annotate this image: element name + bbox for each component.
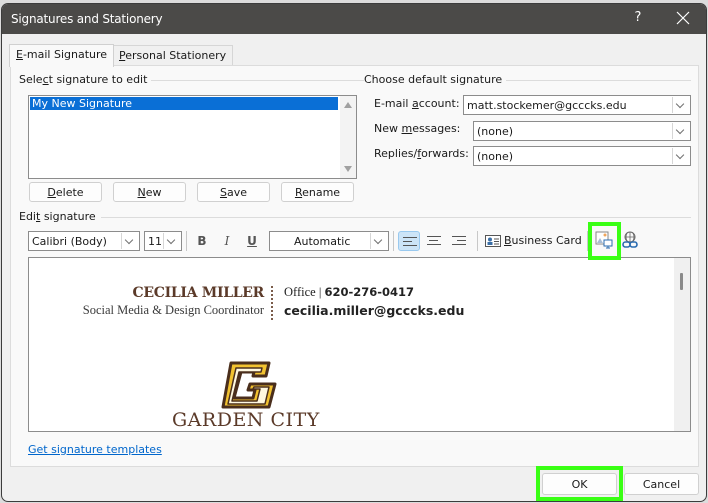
font-color-select[interactable]: Automatic [269,231,389,251]
business-card-icon [485,235,501,247]
replies-forwards-select[interactable]: (none) [473,146,691,166]
close-button[interactable] [674,9,692,27]
align-left-button[interactable] [398,231,420,251]
signature-list[interactable]: My New Signature [28,95,357,179]
select-signature-label: Select signature to edit [19,73,152,86]
chevron-down-icon[interactable] [370,233,387,249]
insert-picture-button[interactable] [593,230,615,250]
cancel-button[interactable]: Cancel [624,473,699,495]
align-center-button[interactable] [423,231,445,251]
help-button[interactable]: ? [630,10,646,28]
toolbar-separator [477,231,478,251]
font-select[interactable]: Calibri (Body) [28,231,140,251]
replies-forwards-label: Replies/forwards: [374,147,469,160]
garden-city-wordmark: GARDEN CITY [172,409,320,431]
list-scrollbar[interactable] [340,96,356,178]
chevron-down-icon[interactable] [672,123,689,139]
tab-personal-stationery[interactable]: Personal Stationery [112,45,234,66]
email-account-select[interactable]: matt.stockemer@gcccks.edu [463,95,691,115]
chevron-down-icon[interactable] [163,233,180,249]
tab-email-signature[interactable]: E-mail Signature [9,44,115,67]
signature-office: Office | 620-276-0417 [284,285,415,299]
get-signature-templates-link[interactable]: Get signature templates [28,443,162,456]
bold-button[interactable]: B [191,231,213,251]
underline-button[interactable]: U [241,231,263,251]
chevron-down-icon[interactable] [121,233,138,249]
save-button[interactable]: Save [197,182,270,202]
signatures-dialog: Signatures and Stationery ? E-mail Signa… [1,3,707,502]
toolbar-separator [393,231,394,251]
chevron-down-icon[interactable] [672,148,689,164]
align-right-icon [452,236,466,248]
new-messages-select[interactable]: (none) [473,121,691,141]
window-title: Signatures and Stationery [11,12,163,26]
signature-list-item[interactable]: My New Signature [30,97,338,110]
signature-role: Social Media & Design Coordinator [82,303,264,317]
font-size-select[interactable]: 11 [144,231,182,251]
rename-button[interactable]: Rename [281,182,354,202]
align-left-icon [403,237,417,249]
hyperlink-icon [622,231,638,248]
editor-scrollbar[interactable] [674,258,690,431]
new-messages-label: New messages: [374,122,461,135]
signature-email: cecilia.miller@gcccks.edu [284,303,465,318]
align-right-button[interactable] [448,231,470,251]
business-card-button[interactable]: Business Card [485,231,583,251]
scroll-thumb[interactable] [680,273,683,290]
italic-button[interactable]: I [216,231,238,251]
default-signature-label: Choose default signature [364,73,507,86]
email-signature-panel: Select signature to edit My New Signatur… [10,65,699,467]
divider [101,217,691,218]
align-center-icon [427,236,441,248]
insert-picture-icon [595,231,613,249]
email-account-label: E-mail account: [374,97,460,110]
garden-city-logo-icon [221,361,277,409]
new-button[interactable]: New [113,182,186,202]
close-icon [676,11,690,25]
hyperlink-button[interactable] [619,230,641,250]
scroll-up-icon[interactable] [344,102,352,108]
title-bar: Signatures and Stationery ? [2,4,706,34]
scroll-down-icon[interactable] [344,166,352,172]
toolbar-separator [587,231,588,251]
signature-divider [271,286,273,320]
chevron-down-icon[interactable] [672,97,689,113]
signature-editor[interactable]: CECILIA MILLER Social Media & Design Coo… [28,257,691,432]
signature-name: CECILIA MILLER [132,285,265,301]
ok-button[interactable]: OK [542,473,617,495]
delete-button[interactable]: Delete [29,182,102,202]
edit-signature-label: Edit signature [19,210,100,223]
toolbar-separator [186,231,187,251]
